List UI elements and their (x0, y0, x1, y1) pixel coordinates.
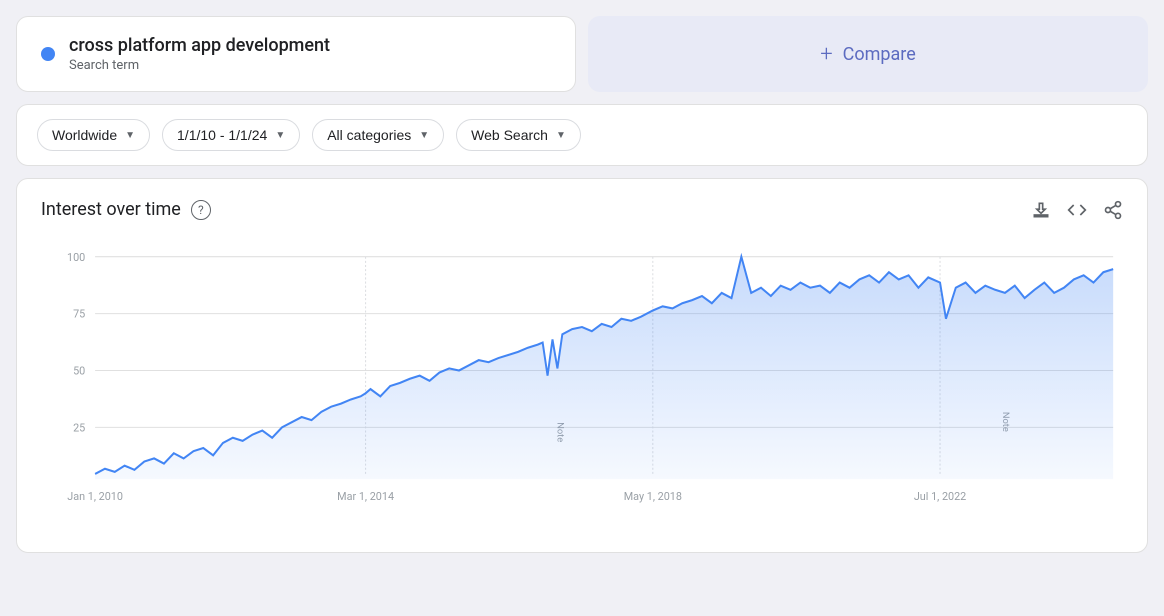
svg-text:Mar 1, 2014: Mar 1, 2014 (337, 490, 394, 503)
interest-chart: 100 75 50 25 Note Note Jan 1, 2010 Mar 1… (41, 236, 1123, 536)
search-term-title: cross platform app development (69, 35, 330, 56)
chart-header: Interest over time ? (41, 199, 1123, 220)
search-type-filter-label: Web Search (471, 127, 548, 143)
categories-filter-label: All categories (327, 127, 411, 143)
categories-filter[interactable]: All categories ▼ (312, 119, 444, 151)
compare-plus-icon: + (820, 42, 832, 67)
help-icon[interactable]: ? (191, 200, 211, 220)
top-section: cross platform app development Search te… (0, 0, 1164, 104)
compare-card[interactable]: + Compare (588, 16, 1148, 92)
search-term-text: cross platform app development Search te… (69, 35, 330, 73)
date-range-filter[interactable]: 1/1/10 - 1/1/24 ▼ (162, 119, 300, 151)
search-term-subtitle: Search term (69, 58, 330, 73)
svg-text:Jan 1, 2010: Jan 1, 2010 (67, 490, 123, 503)
chart-section: Interest over time ? (16, 178, 1148, 553)
chart-title-group: Interest over time ? (41, 199, 211, 220)
date-range-chevron-icon: ▼ (275, 130, 285, 141)
chart-title: Interest over time (41, 199, 181, 220)
svg-text:75: 75 (73, 307, 85, 320)
search-type-filter[interactable]: Web Search ▼ (456, 119, 581, 151)
share-button[interactable] (1103, 200, 1123, 220)
series-color-dot (41, 47, 55, 61)
svg-text:50: 50 (73, 364, 85, 377)
search-type-chevron-icon: ▼ (556, 130, 566, 141)
location-filter-label: Worldwide (52, 127, 117, 143)
chart-container: 100 75 50 25 Note Note Jan 1, 2010 Mar 1… (41, 236, 1123, 536)
filters-section: Worldwide ▼ 1/1/10 - 1/1/24 ▼ All catego… (16, 104, 1148, 166)
download-button[interactable] (1031, 200, 1051, 220)
search-term-card: cross platform app development Search te… (16, 16, 576, 92)
location-chevron-icon: ▼ (125, 130, 135, 141)
svg-text:100: 100 (67, 251, 85, 264)
embed-button[interactable] (1067, 200, 1087, 220)
chart-actions (1031, 200, 1123, 220)
svg-text:Jul 1, 2022: Jul 1, 2022 (914, 490, 966, 503)
categories-chevron-icon: ▼ (419, 130, 429, 141)
help-icon-label: ? (198, 203, 204, 217)
compare-label: Compare (843, 44, 916, 65)
svg-text:May 1, 2018: May 1, 2018 (624, 490, 682, 503)
svg-text:25: 25 (73, 421, 85, 434)
location-filter[interactable]: Worldwide ▼ (37, 119, 150, 151)
date-range-filter-label: 1/1/10 - 1/1/24 (177, 127, 267, 143)
